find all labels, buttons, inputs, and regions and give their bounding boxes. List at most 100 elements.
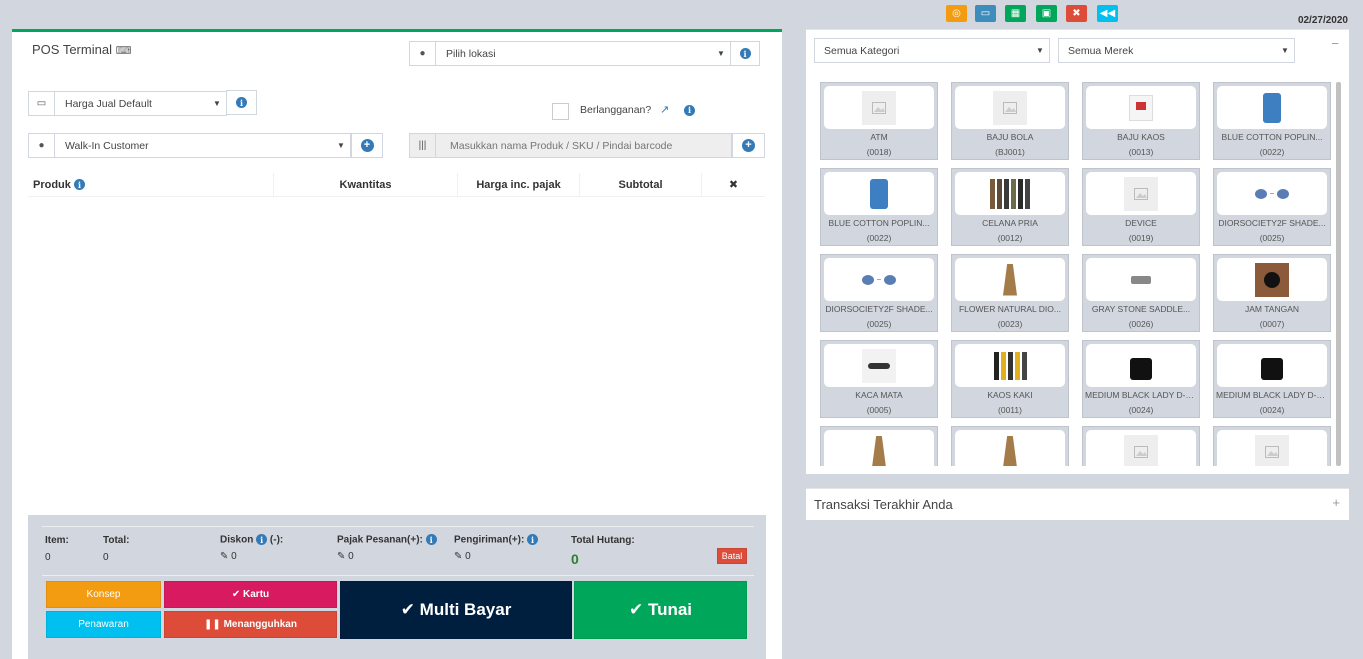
multi-pay-button[interactable]: ✔ Multi Bayar [340,581,572,639]
product-card[interactable] [951,426,1069,466]
category-select[interactable]: Semua Kategori ▼ [814,38,1050,63]
current-date: 02/27/2020 [1297,15,1348,26]
shipping-value[interactable]: ✎ 0 [454,551,471,562]
product-sku: (0024) [1128,405,1154,415]
product-card[interactable]: FLOWER NATURAL DIO... (0023) [951,254,1069,332]
product-search-input[interactable] [436,139,731,152]
brand-select[interactable]: Semua Merek ▼ [1058,38,1295,63]
subscribe-checkbox[interactable] [552,103,569,120]
info-icon: i [527,534,539,545]
product-name: BAJU BOLA [986,132,1034,142]
product-card[interactable]: BAJU BOLA (BJ001) [951,82,1069,160]
location-select[interactable]: ● Pilih lokasi ▼ [409,41,731,66]
product-image [824,430,934,466]
cash-button[interactable]: ✔ Tunai [574,581,747,639]
external-link-icon[interactable]: ↗ [660,103,669,116]
product-card[interactable]: DIORSOCIETY2F SHADE... (0025) [820,254,938,332]
product-name: CELANA PRIA [982,218,1038,228]
product-name: MEDIUM BLACK LADY D-LI... [1216,390,1328,400]
draft-button[interactable]: Konsep [46,581,161,608]
chevron-down-icon: ▼ [337,141,345,150]
add-customer-button[interactable]: + [351,133,383,158]
money-icon: ▭ [29,92,55,115]
quotation-button[interactable]: Penawaran [46,611,161,638]
price-group-info-button[interactable]: i [226,90,257,115]
product-sku: (0019) [1128,233,1154,243]
discount-label: Diskon i (-): [220,534,284,546]
product-card[interactable]: MEDIUM BLACK LADY D-LI... (0024) [1082,340,1200,418]
add-product-button[interactable]: + [732,133,765,158]
close-button[interactable]: ✖ [1066,5,1087,22]
product-card[interactable]: MEDIUM BLACK LADY D-LI... (0024) [1213,340,1331,418]
product-name: DIORSOCIETY2F SHADE... [825,304,933,314]
tax-value[interactable]: ✎ 0 [337,551,354,562]
product-image [955,258,1065,301]
product-search[interactable]: ||| [409,133,732,158]
product-name: KACA MATA [855,390,903,400]
close-icon: ✖ [1072,8,1081,19]
scrollbar[interactable] [1336,82,1341,466]
location-info-button[interactable]: i [730,41,760,66]
product-card[interactable]: DEVICE (0019) [1082,168,1200,246]
register-button[interactable]: ◎ [946,5,967,22]
window-button[interactable]: ▭ [975,5,996,22]
product-name: JAM TANGAN [1245,304,1299,314]
card-button[interactable]: ✔ Kartu [164,581,337,608]
product-card[interactable]: BLUE COTTON POPLIN... (0022) [820,168,938,246]
col-price: Harga inc. pajak [458,173,580,197]
product-image [824,344,934,387]
cancel-button[interactable]: Batal [717,548,747,564]
col-quantity: Kwantitas [274,173,458,197]
info-icon: i [73,179,85,190]
product-name: FLOWER NATURAL DIO... [958,304,1061,314]
col-subtotal: Subtotal [580,173,702,197]
col-remove: ✖ [702,173,765,197]
product-sku: (0023) [997,319,1023,329]
chevron-down-icon: ▼ [1281,46,1289,55]
suspend-button[interactable]: ❚❚ Menangguhkan [164,611,337,638]
product-card[interactable] [820,426,938,466]
product-image [955,344,1065,387]
calculator-button[interactable]: ▦ [1005,5,1026,22]
product-card[interactable]: DIORSOCIETY2F SHADE... (0025) [1213,168,1331,246]
product-image [1086,172,1196,215]
expense-button[interactable]: ▣ [1036,5,1057,22]
product-card[interactable]: KACA MATA (0005) [820,340,938,418]
product-card[interactable]: BAJU KAOS (0013) [1082,82,1200,160]
product-card[interactable] [1082,426,1200,466]
product-card[interactable]: GRAY STONE SADDLE... (0026) [1082,254,1200,332]
register-icon: ◎ [952,8,961,19]
subscribe-info-icon[interactable]: i [684,104,695,116]
user-icon: ● [29,134,55,157]
expand-icon[interactable]: + [1332,495,1340,510]
back-button[interactable]: ◀◀ [1097,5,1118,22]
check-icon: ✔ [400,600,415,619]
shipping-label: Pengiriman(+): i [454,534,539,546]
product-sku: (0018) [866,147,892,157]
recent-transactions-panel[interactable]: Transaksi Terakhir Anda + [806,488,1349,520]
product-sku: (0025) [1259,233,1285,243]
product-card[interactable]: BLUE COTTON POPLIN... (0022) [1213,82,1331,160]
product-sku: (0024) [1259,405,1285,415]
product-card[interactable]: JAM TANGAN (0007) [1213,254,1331,332]
product-name: DEVICE [1125,218,1157,228]
price-group-select[interactable]: ▭ Harga Jual Default ▼ [28,91,227,116]
item-label: Item: [45,535,69,546]
collapse-icon[interactable]: − [1331,36,1339,51]
customer-select[interactable]: ● Walk-In Customer ▼ [28,133,351,158]
product-image [1217,172,1327,215]
window-icon: ▭ [980,8,991,19]
product-card[interactable]: ATM (0018) [820,82,938,160]
item-value: 0 [45,552,51,563]
product-sku: (0025) [866,319,892,329]
product-card[interactable]: CELANA PRIA (0012) [951,168,1069,246]
product-image [1086,344,1196,387]
product-card[interactable]: KAOS KAKI (0011) [951,340,1069,418]
rewind-icon: ◀◀ [1099,8,1116,19]
product-name: KAOS KAKI [987,390,1033,400]
product-card[interactable] [1213,426,1331,466]
product-sku: (0022) [1259,147,1285,157]
chevron-down-icon: ▼ [1036,46,1044,55]
product-image [1217,258,1327,301]
discount-value[interactable]: ✎ 0 [220,551,237,562]
